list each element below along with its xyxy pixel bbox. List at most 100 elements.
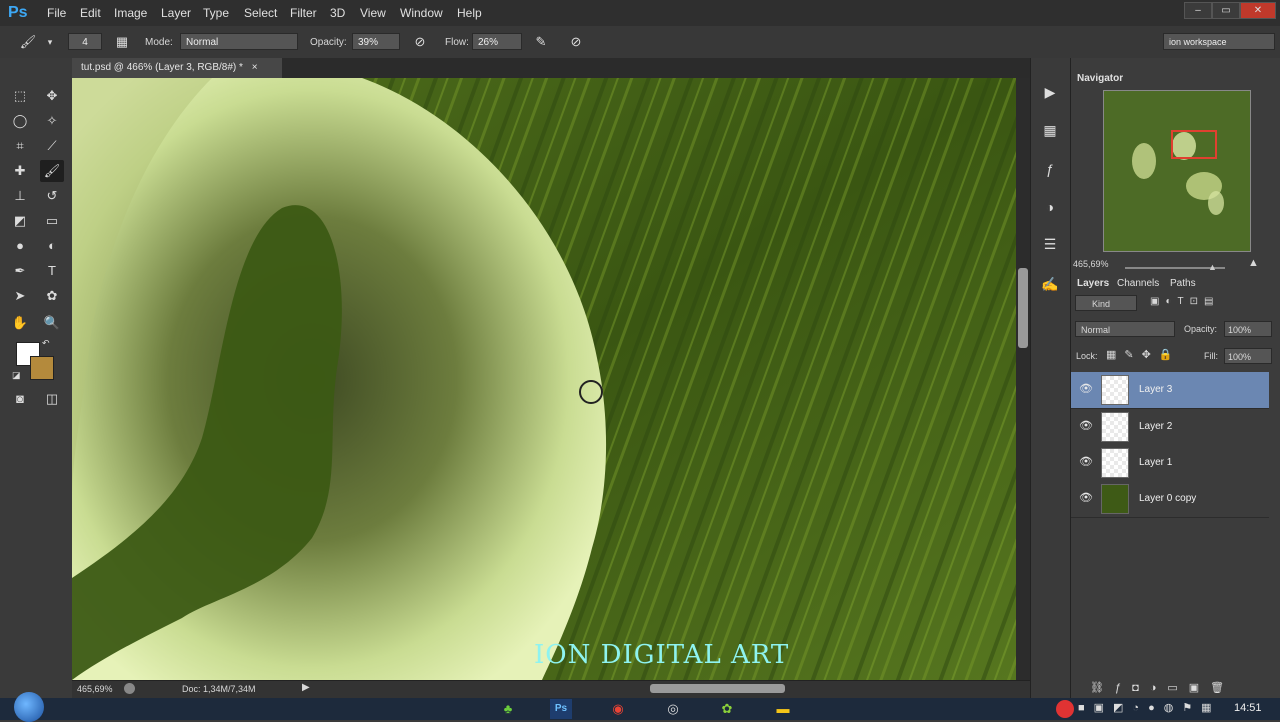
hand-tool-icon[interactable]: ✋ <box>8 312 32 334</box>
quick-select-tool-icon[interactable]: ✧ <box>40 110 64 132</box>
layer-filter-icons[interactable]: ▣◐T⊡▤ <box>1150 296 1219 307</box>
layer-row-layer-3[interactable]: 👁 Layer 3 <box>1071 372 1269 409</box>
visibility-eye-icon[interactable]: 👁 <box>1079 419 1093 433</box>
flow-field[interactable]: 26% <box>472 33 522 50</box>
menu-select[interactable]: Select <box>244 6 277 20</box>
menu-image[interactable]: Image <box>114 6 147 20</box>
crop-tool-icon[interactable]: ⌗ <box>8 135 32 157</box>
eyedropper-tool-icon[interactable]: ⟋ <box>40 135 64 157</box>
chrome-icon[interactable]: ◉ <box>607 699 629 719</box>
layer-panel-footer-icons[interactable]: ⛓ƒ◘◑▭▣🗑 <box>1090 681 1235 694</box>
vertical-scroll-thumb[interactable] <box>1018 268 1028 348</box>
status-menu-arrow-icon[interactable]: ▶ <box>302 682 310 693</box>
mode-select[interactable]: Normal <box>180 33 298 50</box>
brush-tool-icon[interactable]: 🖌 <box>18 32 38 52</box>
properties-icon[interactable]: ☰ <box>1038 232 1062 256</box>
filter-kind-select[interactable]: Kind <box>1075 295 1137 311</box>
styles-icon[interactable]: ƒ <box>1038 157 1062 181</box>
menu-help[interactable]: Help <box>457 6 482 20</box>
layer-opacity-field[interactable]: 100% <box>1224 321 1272 337</box>
pressure-opacity-icon[interactable]: ⊘ <box>410 32 430 52</box>
history-brush-tool-icon[interactable]: ↺ <box>40 185 64 207</box>
swap-colors-icon[interactable]: ↶ <box>42 338 50 349</box>
navigator-view-rect[interactable] <box>1171 130 1217 159</box>
folder-icon[interactable]: ▬ <box>772 699 794 719</box>
navigator-zoom-in-icon[interactable]: ▲ <box>1248 257 1259 269</box>
layer-row-layer-2[interactable]: 👁 Layer 2 <box>1071 409 1269 446</box>
play-action-icon[interactable]: ▶ <box>1038 80 1062 104</box>
tray-icons[interactable]: ■▣◩◔●◍⚑▦ <box>1078 701 1221 714</box>
brush-presets-icon[interactable]: ✍ <box>1038 272 1062 296</box>
lock-icons[interactable]: ▦✎✥🔒 <box>1106 348 1181 361</box>
fill-field[interactable]: 100% <box>1224 348 1272 364</box>
toolbox: ⬚ ✥ ◯ ✧ ⌗ ⟋ ✚ 🖌 ⊥ ↺ ◩ ▭ ● ◐ ✒ T ➤ ✿ ✋ 🔍 … <box>0 58 72 698</box>
menu-filter[interactable]: Filter <box>290 6 317 20</box>
document-canvas[interactable] <box>72 78 1016 680</box>
visibility-eye-icon[interactable]: 👁 <box>1079 491 1093 505</box>
path-select-tool-icon[interactable]: ➤ <box>8 285 32 307</box>
eraser-tool-icon[interactable]: ◩ <box>8 210 32 232</box>
navigator-zoom[interactable]: 465,69% <box>1073 259 1109 269</box>
navigator-tab[interactable]: Navigator <box>1077 73 1123 84</box>
menu-layer[interactable]: Layer <box>161 6 191 20</box>
mode-label: Mode: <box>145 37 173 48</box>
quick-mask-icon[interactable]: ◙ <box>8 388 32 410</box>
layers-tab[interactable]: Layers <box>1077 278 1109 289</box>
pen-tool-icon[interactable]: ✒ <box>8 260 32 282</box>
marquee-tool-icon[interactable]: ⬚ <box>8 85 32 107</box>
menu-type[interactable]: Type <box>203 6 229 20</box>
menu-view[interactable]: View <box>360 6 386 20</box>
paths-tab[interactable]: Paths <box>1170 278 1196 289</box>
visibility-eye-icon[interactable]: 👁 <box>1079 455 1093 469</box>
channels-tab[interactable]: Channels <box>1117 278 1159 289</box>
vertical-scrollbar[interactable] <box>1016 78 1030 680</box>
record-icon[interactable] <box>1056 700 1074 718</box>
type-tool-icon[interactable]: T <box>40 260 64 282</box>
move-tool-icon[interactable]: ✥ <box>40 85 64 107</box>
screen-mode-icon[interactable]: ◫ <box>40 388 64 410</box>
clone-stamp-tool-icon[interactable]: ⊥ <box>8 185 32 207</box>
brush-size-picker[interactable]: 4 <box>68 33 102 50</box>
menu-edit[interactable]: Edit <box>80 6 101 20</box>
status-info-icon[interactable] <box>124 683 135 694</box>
default-colors-icon[interactable]: ◪ <box>12 370 21 381</box>
menu-file[interactable]: File <box>47 6 66 20</box>
opacity-field[interactable]: 39% <box>352 33 400 50</box>
workspace-select[interactable]: ion workspace <box>1163 33 1275 50</box>
navigator-zoom-handle-icon[interactable]: ▲ <box>1208 262 1217 272</box>
layer-row-layer-0-copy[interactable]: 👁 Layer 0 copy <box>1071 481 1269 518</box>
tool-preset-dropdown-icon[interactable]: ▾ <box>40 32 60 52</box>
brush-tool-icon[interactable]: 🖌 <box>40 160 64 182</box>
app-clock-icon[interactable]: ◎ <box>662 699 684 719</box>
navigator-preview[interactable] <box>1103 90 1251 252</box>
minimize-button[interactable]: – <box>1184 2 1212 19</box>
menu-3d[interactable]: 3D <box>330 6 345 20</box>
visibility-eye-icon[interactable]: 👁 <box>1079 382 1093 396</box>
status-zoom[interactable]: 465,69% <box>77 684 113 694</box>
adjustments-icon[interactable]: ◑ <box>1038 195 1062 219</box>
app-leaf-icon[interactable]: ✿ <box>716 699 738 719</box>
gradient-tool-icon[interactable]: ▭ <box>40 210 64 232</box>
dodge-tool-icon[interactable]: ◐ <box>40 235 64 257</box>
photoshop-taskbar-icon[interactable]: Ps <box>550 699 572 719</box>
document-tab[interactable]: tut.psd @ 466% (Layer 3, RGB/8#) * × <box>72 58 282 78</box>
blend-mode-select[interactable]: Normal <box>1075 321 1175 337</box>
layer-row-layer-1[interactable]: 👁 Layer 1 <box>1071 445 1269 482</box>
background-color-swatch[interactable] <box>30 356 54 380</box>
close-button[interactable]: ✕ <box>1240 2 1276 19</box>
airbrush-icon[interactable]: ✎ <box>531 32 551 52</box>
pressure-size-icon[interactable]: ⊘ <box>566 32 586 52</box>
lasso-tool-icon[interactable]: ◯ <box>8 110 32 132</box>
horizontal-scroll-thumb[interactable] <box>650 684 785 693</box>
maximize-button[interactable]: ▭ <box>1212 2 1240 19</box>
swatches-icon[interactable]: ▦ <box>1038 118 1062 142</box>
shape-tool-icon[interactable]: ✿ <box>40 285 64 307</box>
menu-window[interactable]: Window <box>400 6 443 20</box>
zoom-tool-icon[interactable]: 🔍 <box>40 312 64 334</box>
healing-brush-tool-icon[interactable]: ✚ <box>8 160 32 182</box>
document-tab-close-icon[interactable]: × <box>252 62 258 73</box>
start-button-icon[interactable] <box>14 692 44 722</box>
blur-tool-icon[interactable]: ● <box>8 235 32 257</box>
brush-panel-icon[interactable]: ▦ <box>112 32 132 52</box>
app-clover-icon[interactable]: ♣ <box>497 699 519 719</box>
